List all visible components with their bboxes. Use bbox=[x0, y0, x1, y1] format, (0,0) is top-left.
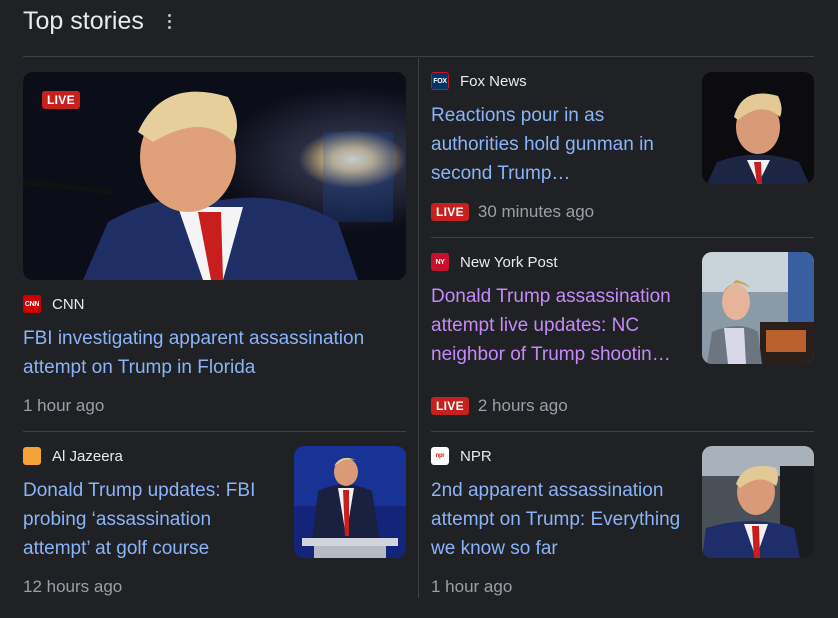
story-aljazeera-headline[interactable]: Donald Trump updates: FBI probing ‘assas… bbox=[23, 476, 283, 563]
story-fox-thumbnail[interactable] bbox=[702, 72, 814, 184]
header-divider bbox=[23, 56, 814, 57]
story-cnn-time: 1 hour ago bbox=[23, 396, 105, 415]
trump-portrait-image bbox=[702, 72, 814, 184]
story-npr-thumbnail[interactable] bbox=[702, 446, 814, 558]
column-divider bbox=[418, 58, 419, 598]
story-fox-source: FOX Fox News bbox=[431, 71, 527, 91]
trump-outdoor-image bbox=[702, 446, 814, 558]
story-npr-headline[interactable]: 2nd apparent assassination attempt on Tr… bbox=[431, 476, 681, 563]
trump-podium-image bbox=[294, 446, 406, 558]
story-nypost-thumbnail[interactable] bbox=[702, 252, 814, 364]
story-aljazeera-meta: 12 hours ago bbox=[23, 576, 122, 598]
story-nypost-meta: LIVE 2 hours ago bbox=[431, 395, 568, 417]
story-nypost-headline[interactable]: Donald Trump assassination attempt live … bbox=[431, 282, 691, 369]
story-nypost-time: 2 hours ago bbox=[477, 396, 568, 415]
section-title: Top stories bbox=[23, 6, 144, 35]
story-nypost-source: NY New York Post bbox=[431, 252, 558, 272]
nypost-logo-icon: NY bbox=[431, 253, 449, 271]
row-divider-right-2 bbox=[431, 431, 814, 432]
story-fox-meta: LIVE 30 minutes ago bbox=[431, 201, 594, 223]
story-aljazeera-source: Al Jazeera bbox=[23, 446, 123, 466]
row-divider-right-1 bbox=[431, 237, 814, 238]
story-npr-time: 1 hour ago bbox=[431, 577, 513, 596]
story-npr-source: npr NPR bbox=[431, 446, 492, 466]
story-cnn-headline[interactable]: FBI investigating apparent assassination… bbox=[23, 324, 403, 382]
more-vert-icon[interactable] bbox=[164, 10, 176, 32]
npr-logo-icon: npr bbox=[431, 447, 449, 465]
live-badge-overlay: LIVE bbox=[42, 91, 80, 109]
story-npr-meta: 1 hour ago bbox=[431, 576, 512, 598]
cnn-logo-icon: CNN bbox=[23, 295, 41, 313]
live-badge: LIVE bbox=[431, 203, 469, 221]
row-divider-left bbox=[23, 431, 406, 432]
neighbor-photo-image bbox=[702, 252, 814, 364]
section-header: Top stories bbox=[23, 4, 176, 38]
aljazeera-logo-icon bbox=[23, 447, 41, 465]
story-aljazeera-time: 12 hours ago bbox=[23, 577, 123, 596]
story-fox-time: 30 minutes ago bbox=[477, 202, 595, 221]
story-cnn-source: CNN CNN bbox=[23, 295, 85, 313]
fox-news-logo-icon: FOX bbox=[431, 72, 449, 90]
live-badge: LIVE bbox=[431, 397, 469, 415]
story-fox-headline[interactable]: Reactions pour in as authorities hold gu… bbox=[431, 101, 681, 188]
story-cnn-meta: 1 hour ago bbox=[23, 395, 104, 417]
story-cnn-thumbnail[interactable] bbox=[23, 72, 406, 280]
story-aljazeera-thumbnail[interactable] bbox=[294, 446, 406, 558]
trump-speaking-image bbox=[23, 72, 406, 280]
